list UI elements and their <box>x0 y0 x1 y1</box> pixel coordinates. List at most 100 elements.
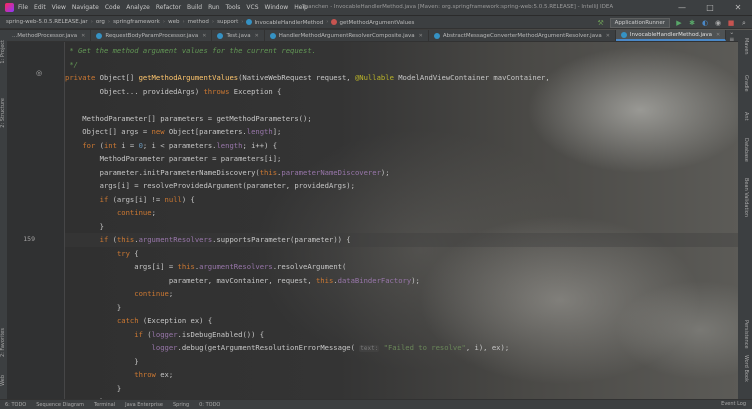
javadoc-comment: * Get the method argument values for the… <box>65 46 316 55</box>
breadcrumb-web[interactable]: web <box>168 19 179 25</box>
minimize-icon[interactable]: — <box>668 0 696 16</box>
close-icon[interactable]: ✕ <box>716 32 720 38</box>
tool-todo-secondary[interactable]: 0: TODO <box>199 402 220 408</box>
line-number <box>7 125 35 139</box>
tab-overflow-chevron-icon[interactable]: ⌄ ≡ <box>726 30 738 41</box>
menu-edit[interactable]: Edit <box>34 4 46 11</box>
code-line: Object[] args = new Object[parameters.le… <box>65 127 282 136</box>
menu-file[interactable]: File <box>18 4 28 11</box>
breadcrumb-method-name[interactable]: getMethodArgumentValues <box>331 18 414 26</box>
tool-favorites[interactable]: 2: Favorites <box>0 328 7 357</box>
tool-maven[interactable]: Maven <box>741 38 749 55</box>
line-number-current: 159 <box>23 235 35 243</box>
menu-code[interactable]: Code <box>105 4 120 11</box>
tab-handler-method-argument-resolver-composite[interactable]: HandlerMethodArgumentResolverComposite.j… <box>265 30 429 41</box>
stop-icon[interactable]: ■ <box>727 19 735 27</box>
tool-sequence-diagram[interactable]: Sequence Diagram <box>36 402 84 408</box>
breadcrumb-class[interactable]: InvocableHandlerMethod <box>246 18 324 26</box>
menu-window[interactable]: Window <box>265 4 289 11</box>
tool-java-enterprise[interactable]: Java Enterprise <box>125 402 163 408</box>
line-number <box>7 139 35 153</box>
menu-build[interactable]: Build <box>187 4 202 11</box>
left-tool-window-strip: 1: Project 2: Structure 2: Favorites Web <box>0 30 7 399</box>
close-icon[interactable]: ✕ <box>81 33 85 39</box>
menu-vcs[interactable]: VCS <box>246 4 258 11</box>
line-number <box>7 179 35 193</box>
tool-ant[interactable]: Ant <box>741 112 749 121</box>
tab-label: InvocableHandlerMethod.java <box>629 31 712 38</box>
class-icon <box>246 18 253 25</box>
line-number <box>7 71 35 85</box>
close-icon[interactable]: ✕ <box>606 33 610 39</box>
line-number <box>7 58 35 72</box>
code-line: * Get the method argument values for the… <box>65 44 738 58</box>
breadcrumb-separator: › <box>326 19 329 25</box>
menu-tools[interactable]: Tools <box>226 4 241 11</box>
run-icon[interactable]: ▶ <box>675 19 683 27</box>
code-line: for (int i = 0; i < parameters.length; i… <box>82 140 278 150</box>
code-line: try { <box>116 248 139 258</box>
close-icon[interactable]: ✕ <box>255 33 259 39</box>
event-log-button[interactable]: Event Log <box>721 401 746 407</box>
close-icon[interactable]: ✕ <box>724 0 752 16</box>
tool-web[interactable]: Web <box>0 375 7 386</box>
menu-refactor[interactable]: Refactor <box>156 4 181 11</box>
code-line: MethodParameter parameter = parameters[i… <box>65 154 282 163</box>
breadcrumb-support[interactable]: support <box>217 19 238 25</box>
menu-run[interactable]: Run <box>208 4 220 11</box>
code-line: MethodParameter[] parameters = getMethod… <box>65 113 312 123</box>
close-icon[interactable]: ✕ <box>419 33 423 39</box>
tab-abstract-message-converter[interactable]: AbstractMessageConverterMethodArgumentRe… <box>429 30 616 41</box>
tab-invocable-handler-method[interactable]: InvocableHandlerMethod.java ✕ <box>615 30 727 41</box>
close-icon[interactable]: ✕ <box>202 33 206 39</box>
breadcrumb-method[interactable]: method <box>188 19 209 25</box>
tool-project[interactable]: 1: Project <box>0 40 7 64</box>
override-marker-icon[interactable]: ◎ <box>36 69 42 77</box>
maximize-icon[interactable]: □ <box>696 0 724 16</box>
line-number <box>7 166 35 180</box>
tool-terminal[interactable]: Terminal <box>94 402 115 408</box>
parameter-hint: text: <box>359 345 380 352</box>
code-editor[interactable]: * Get the method argument values for the… <box>65 42 738 399</box>
breadcrumb: spring-web-5.0.5.RELEASE.jar › org › sprin… <box>6 18 414 26</box>
tool-database[interactable]: Database <box>741 138 749 162</box>
line-number <box>7 220 35 234</box>
menu-navigate[interactable]: Navigate <box>72 4 99 11</box>
window-controls: — □ ✕ <box>668 0 752 16</box>
code-line: } <box>65 221 104 231</box>
tab-test[interactable]: Test.java ✕ <box>212 30 265 41</box>
breadcrumb-springframework[interactable]: springframework <box>113 19 160 25</box>
breadcrumb-jar[interactable]: spring-web-5.0.5.RELEASE.jar <box>6 19 88 25</box>
tool-word-book[interactable]: Word Book <box>741 355 749 382</box>
method-icon <box>331 18 338 25</box>
tool-persistence[interactable]: Persistence <box>741 320 749 349</box>
tool-spring[interactable]: Spring <box>173 402 189 408</box>
breadcrumb-org[interactable]: org <box>96 19 105 25</box>
class-icon <box>217 32 224 39</box>
code-line: if (args[i] != null) { <box>99 194 195 204</box>
search-icon[interactable]: ⌕ <box>740 19 748 27</box>
window-title: Yuanchen - InvocableHandlerMethod.java [… <box>302 4 614 10</box>
breadcrumb-class-label: InvocableHandlerMethod <box>254 19 324 26</box>
tab-label: HandlerMethodArgumentResolverComposite.j… <box>278 32 415 39</box>
menu-view[interactable]: View <box>52 4 66 11</box>
tool-bean-validation[interactable]: Bean Validation <box>741 178 749 217</box>
tool-todo[interactable]: 6: TODO <box>5 402 26 408</box>
tool-structure[interactable]: 2: Structure <box>0 98 7 128</box>
coverage-icon[interactable]: ◐ <box>701 19 709 27</box>
tool-gradle[interactable]: Gradle <box>741 75 749 92</box>
tab-method-processor[interactable]: ...MethodProcessor.java ✕ <box>7 30 92 41</box>
code-line: catch (Exception ex) { <box>116 316 213 325</box>
right-tool-window-strip: Maven Gradle Ant Database Bean Validatio… <box>738 30 752 399</box>
code-line: } <box>65 302 122 312</box>
hammer-icon[interactable]: ⚒ <box>597 19 605 27</box>
menu-analyze[interactable]: Analyze <box>126 4 150 11</box>
tab-label: AbstractMessageConverterMethodArgumentRe… <box>442 32 602 39</box>
class-icon <box>96 32 103 39</box>
profile-icon[interactable]: ◉ <box>714 19 722 27</box>
debug-icon[interactable]: ✱ <box>688 19 696 27</box>
tab-request-body-param-processor[interactable]: RequestBodyParamProcessor.java ✕ <box>91 30 213 41</box>
class-icon <box>433 32 440 39</box>
run-configuration-select[interactable]: ApplicationRunner <box>609 17 670 28</box>
breadcrumb-separator: › <box>162 19 166 25</box>
